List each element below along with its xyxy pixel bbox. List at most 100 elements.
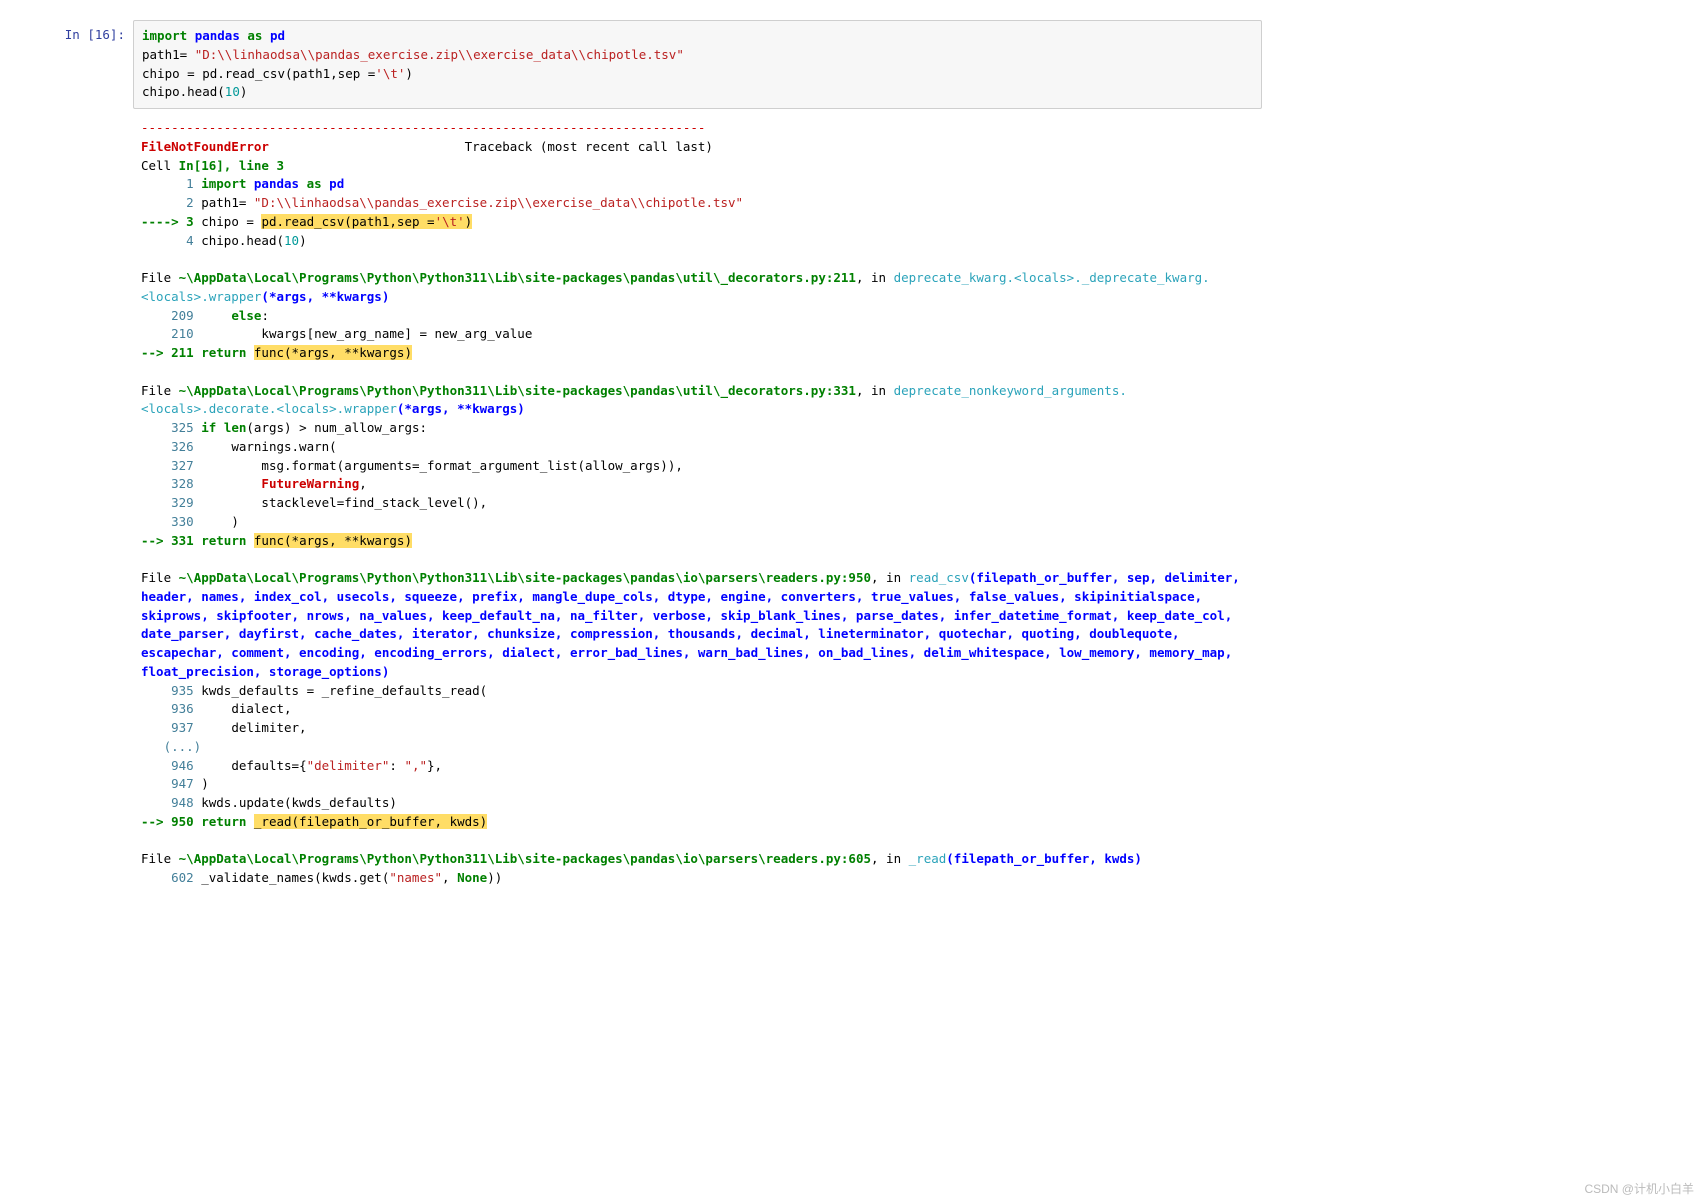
kw: if [201,420,216,435]
code: ) [194,776,209,791]
sig: (*args, **kwargs) [397,401,525,416]
error-name: FileNotFoundError [141,139,269,154]
code-text: ) [240,84,248,99]
alias: pd [322,176,345,191]
code: { [299,758,307,773]
str: "D:\\linhaodsa\\pandas_exercise.zip\\exe… [254,195,743,210]
ellipsis: (...) [141,739,201,754]
code: delimiter, [194,720,307,735]
op: = [292,758,300,773]
kw: else [231,308,261,323]
arrow: --> [141,345,171,360]
builtin: len [224,420,247,435]
str: "delimiter" [307,758,390,773]
code: _validate_names(kwds.get( [194,870,390,885]
kw-import: import [142,28,187,43]
sig: (filepath_or_buffer, sep, delimiter, hea… [141,570,1247,679]
file-label: File [141,570,179,585]
code: , [359,476,367,491]
lineno: 328 [141,476,194,491]
lineno: 946 [141,758,194,773]
code: )) [487,870,502,885]
input-code[interactable]: import pandas as pd path1= "D:\\linhaods… [133,20,1262,109]
sp [194,476,262,491]
arrow: ----> 3 [141,214,201,229]
code-text: ) [405,66,413,81]
code: kwds_defaults [194,683,307,698]
lineno: 210 [141,326,194,341]
file-path: ~\AppData\Local\Programs\Python\Python31… [179,851,871,866]
hl-call: func(*args, **kwargs) [254,533,412,548]
lineno: 211 [171,345,194,360]
sp [246,345,254,360]
cell-label: Cell [141,158,179,173]
lineno: 935 [141,683,194,698]
lineno: 330 [141,514,194,529]
file-path: ~\AppData\Local\Programs\Python\Python31… [179,570,871,585]
code: kwargs[new_arg_name] [194,326,420,341]
sig: (*args, **kwargs) [261,289,389,304]
str: "names" [389,870,442,885]
code: , [442,870,457,885]
code: find_stack_level(), [344,495,487,510]
lineno: 329 [141,495,194,510]
op: = [307,683,315,698]
code: ) [299,233,307,248]
code-text: chipo = pd.read_csv(path1,sep = [142,66,375,81]
cell-ref: In[16], line 3 [179,158,284,173]
arrow: --> [141,533,171,548]
code: num_allow_args: [307,420,427,435]
lineno: 331 [171,533,194,548]
notebook: In [16]: import pandas as pd path1= "D:\… [0,0,1280,888]
code: chipo [201,214,246,229]
str: "," [404,758,427,773]
sp [246,533,254,548]
arrow: --> [141,814,171,829]
op: = [246,214,254,229]
warn: FutureWarning [261,476,359,491]
kw-none: None [457,870,487,885]
file-path: ~\AppData\Local\Programs\Python\Python31… [179,383,856,398]
func-link: _read [909,851,947,866]
text: , in [856,270,894,285]
sig: (filepath_or_buffer, kwds) [946,851,1142,866]
lineno: 325 [141,420,194,435]
lineno: 1 [141,176,201,191]
op: > [299,420,307,435]
lineno: 936 [141,701,194,716]
lineno: 209 [141,308,194,323]
output-traceback: ----------------------------------------… [133,109,1262,888]
hl-call: _read(filepath_or_buffer, kwds) [254,814,487,829]
lineno: 327 [141,458,194,473]
lineno: 4 [141,233,201,248]
sp [194,308,232,323]
sp [246,814,254,829]
lineno: 947 [141,776,194,791]
code: _format_argument_list(allow_args)), [419,458,682,473]
file-label: File [141,383,179,398]
kw-return: return [201,533,246,548]
hl-call: func(*args, **kwargs) [254,345,412,360]
code: : [261,308,269,323]
code: stacklevel [194,495,337,510]
code: : [389,758,404,773]
code-text: path1= [142,47,195,62]
kw: import [201,176,246,191]
file-label: File [141,270,179,285]
watermark: CSDN @计机小白羊 [1584,1180,1694,1198]
code: warnings.warn( [194,439,337,454]
code: chipo.head( [201,233,284,248]
kw-return: return [201,345,246,360]
code: ) [194,514,239,529]
code: path1= [201,195,254,210]
file-label: File [141,851,179,866]
alias-pd: pd [270,28,285,43]
input-cell: In [16]: import pandas as pd path1= "D:\… [0,20,1280,109]
code: defaults [194,758,292,773]
num: 10 [284,233,299,248]
num-10: 10 [225,84,240,99]
input-prompt: In [16]: [0,20,133,109]
text: , in [871,851,909,866]
kw-as: as [247,28,262,43]
text: , in [871,570,909,585]
